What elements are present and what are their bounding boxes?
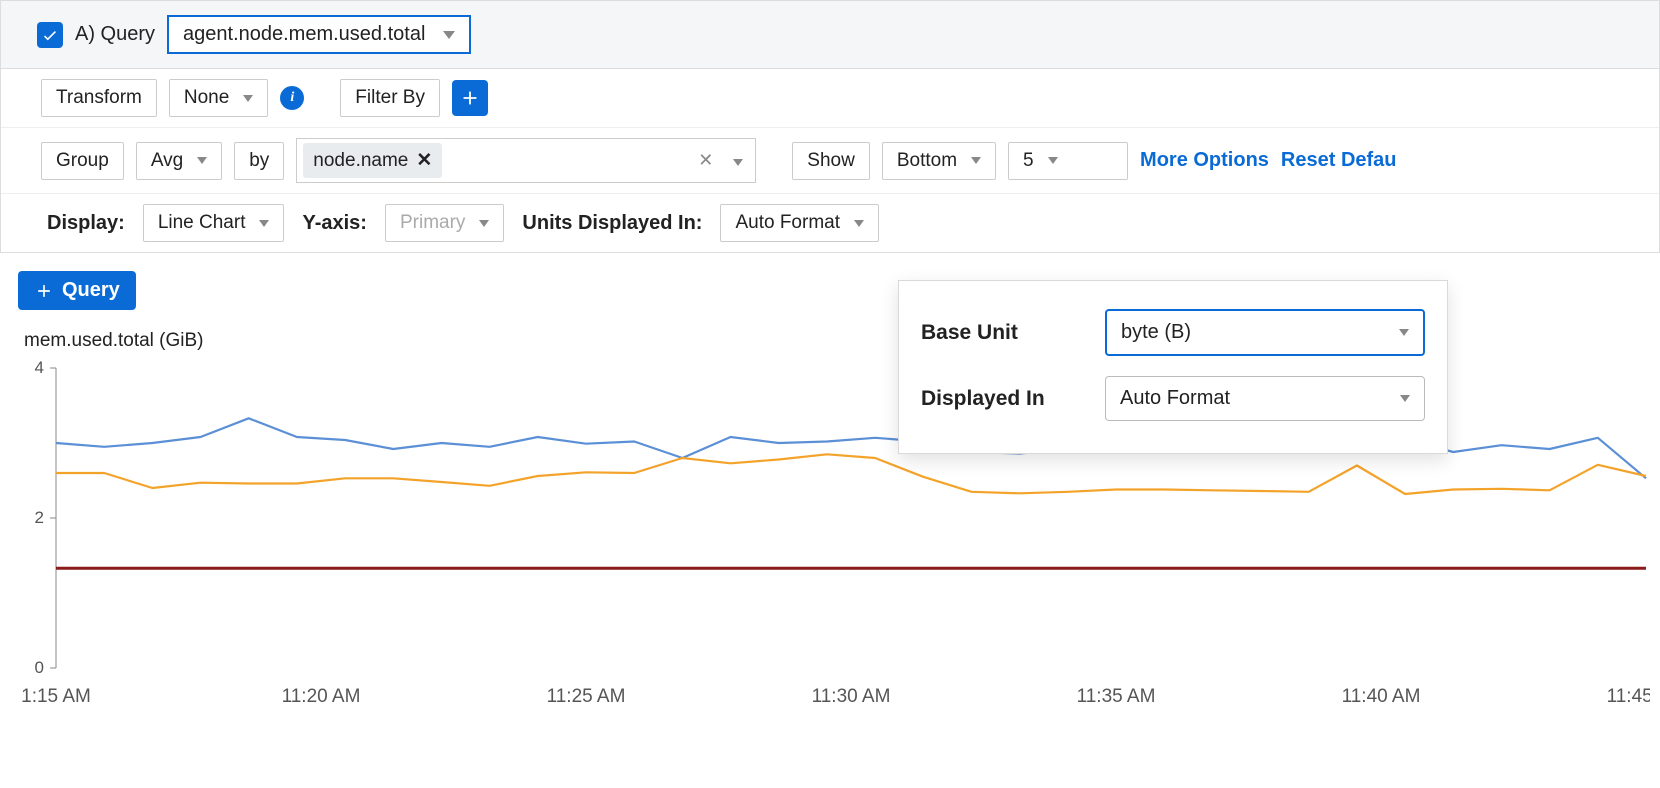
chevron-down-icon[interactable]	[727, 150, 749, 171]
chart-type-select[interactable]: Line Chart	[143, 204, 285, 242]
more-options-link[interactable]: More Options	[1140, 149, 1269, 172]
base-unit-select[interactable]: byte (B)	[1105, 309, 1425, 356]
info-icon[interactable]: i	[280, 86, 304, 110]
transform-label: Transform	[41, 79, 157, 117]
chevron-down-icon	[854, 220, 864, 227]
metric-value: agent.node.mem.used.total	[183, 23, 425, 46]
chevron-down-icon	[1399, 329, 1409, 336]
chevron-down-icon	[1048, 157, 1058, 164]
query-header: A) Query agent.node.mem.used.total	[0, 0, 1660, 69]
svg-text:2: 2	[35, 508, 44, 527]
transform-select[interactable]: None	[169, 79, 268, 117]
svg-text:11:45 AM: 11:45 AM	[1607, 686, 1650, 707]
group-agg-select[interactable]: Avg	[136, 142, 222, 180]
svg-text:1:15 AM: 1:15 AM	[21, 686, 91, 707]
chevron-down-icon	[971, 157, 981, 164]
units-label: Units Displayed In:	[516, 205, 708, 242]
group-row: Group Avg by node.name ✕ ✕ Show Bottom 5…	[1, 127, 1659, 193]
svg-text:11:20 AM: 11:20 AM	[282, 686, 361, 707]
show-label: Show	[792, 142, 870, 180]
group-by-tag[interactable]: node.name ✕	[303, 143, 442, 178]
filter-by-label: Filter By	[340, 79, 440, 117]
add-filter-button[interactable]	[452, 80, 488, 116]
metric-select[interactable]: agent.node.mem.used.total	[167, 15, 471, 54]
svg-text:11:40 AM: 11:40 AM	[1342, 686, 1421, 707]
clear-all-tags-icon[interactable]: ✕	[692, 150, 719, 171]
base-unit-label: Base Unit	[921, 321, 1018, 345]
remove-tag-icon[interactable]: ✕	[416, 149, 432, 172]
transform-row: Transform None i Filter By	[1, 69, 1659, 127]
yaxis-select[interactable]: Primary	[385, 204, 504, 242]
svg-text:11:25 AM: 11:25 AM	[547, 686, 626, 707]
group-label: Group	[41, 142, 124, 180]
plus-icon	[34, 281, 54, 301]
display-row: Display: Line Chart Y-axis: Primary Unit…	[1, 193, 1659, 252]
group-by-tag-input[interactable]: node.name ✕ ✕	[296, 138, 756, 183]
show-count-select[interactable]: 5	[1008, 142, 1128, 180]
group-by-label: by	[234, 142, 284, 180]
svg-text:4: 4	[35, 358, 44, 377]
chevron-down-icon	[1400, 395, 1410, 402]
svg-text:0: 0	[35, 658, 44, 677]
svg-text:11:35 AM: 11:35 AM	[1077, 686, 1156, 707]
yaxis-label: Y-axis:	[296, 205, 372, 242]
chevron-down-icon	[259, 220, 269, 227]
svg-text:11:30 AM: 11:30 AM	[812, 686, 891, 707]
query-label: A) Query	[75, 23, 155, 46]
query-enable-checkbox[interactable]	[37, 22, 63, 48]
units-popover: Base Unit byte (B) Displayed In Auto For…	[898, 280, 1448, 454]
units-select[interactable]: Auto Format	[720, 204, 879, 242]
chevron-down-icon	[443, 31, 455, 39]
display-label: Display:	[41, 205, 131, 242]
add-query-button[interactable]: Query	[18, 271, 136, 310]
chevron-down-icon	[243, 95, 253, 102]
reset-defaults-link[interactable]: Reset Defau	[1281, 149, 1397, 172]
chevron-down-icon	[197, 157, 207, 164]
chevron-down-icon	[479, 220, 489, 227]
displayed-in-select[interactable]: Auto Format	[1105, 376, 1425, 421]
show-direction-select[interactable]: Bottom	[882, 142, 996, 180]
displayed-in-label: Displayed In	[921, 387, 1045, 411]
